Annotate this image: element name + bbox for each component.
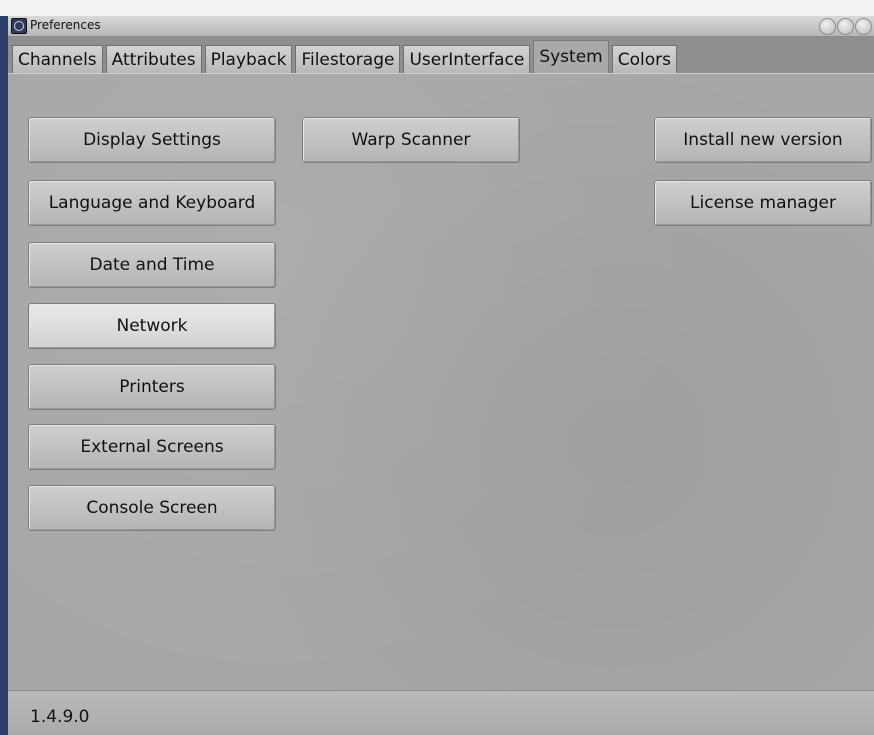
display-settings-button[interactable]: Display Settings (28, 117, 276, 163)
tab-userinterface[interactable]: UserInterface (403, 45, 531, 73)
system-settings-panel: Display Settings Language and Keyboard D… (8, 73, 874, 691)
window-controls (819, 18, 872, 35)
license-manager-button[interactable]: License manager (654, 180, 872, 226)
desktop-top-edge (0, 0, 874, 16)
tab-bar: Channels Attributes Playback Filestorage… (8, 37, 874, 73)
printers-button[interactable]: Printers (28, 364, 276, 410)
install-new-version-button[interactable]: Install new version (654, 117, 872, 163)
external-screens-button[interactable]: External Screens (28, 424, 276, 470)
network-button[interactable]: Network (28, 303, 276, 349)
version-label: 1.4.9.0 (30, 707, 90, 727)
window-left-edge (0, 16, 8, 735)
tab-attributes[interactable]: Attributes (105, 45, 202, 73)
console-screen-button[interactable]: Console Screen (28, 485, 276, 531)
title-bar[interactable]: Preferences (8, 16, 874, 37)
close-icon[interactable] (855, 18, 872, 35)
tab-colors[interactable]: Colors (611, 45, 677, 73)
preferences-window: Preferences Channels Attributes Playback… (0, 0, 874, 735)
warp-scanner-button[interactable]: Warp Scanner (302, 117, 520, 163)
date-time-button[interactable]: Date and Time (28, 242, 276, 288)
language-keyboard-button[interactable]: Language and Keyboard (28, 180, 276, 226)
status-bar: 1.4.9.0 (8, 690, 874, 735)
tab-system[interactable]: System (533, 40, 609, 73)
window-title: Preferences (30, 18, 101, 32)
tab-filestorage[interactable]: Filestorage (295, 45, 401, 73)
minimize-icon[interactable] (819, 18, 836, 35)
app-logo-icon (11, 18, 27, 34)
tab-playback[interactable]: Playback (204, 45, 293, 73)
maximize-icon[interactable] (837, 18, 854, 35)
tab-channels[interactable]: Channels (12, 45, 103, 73)
